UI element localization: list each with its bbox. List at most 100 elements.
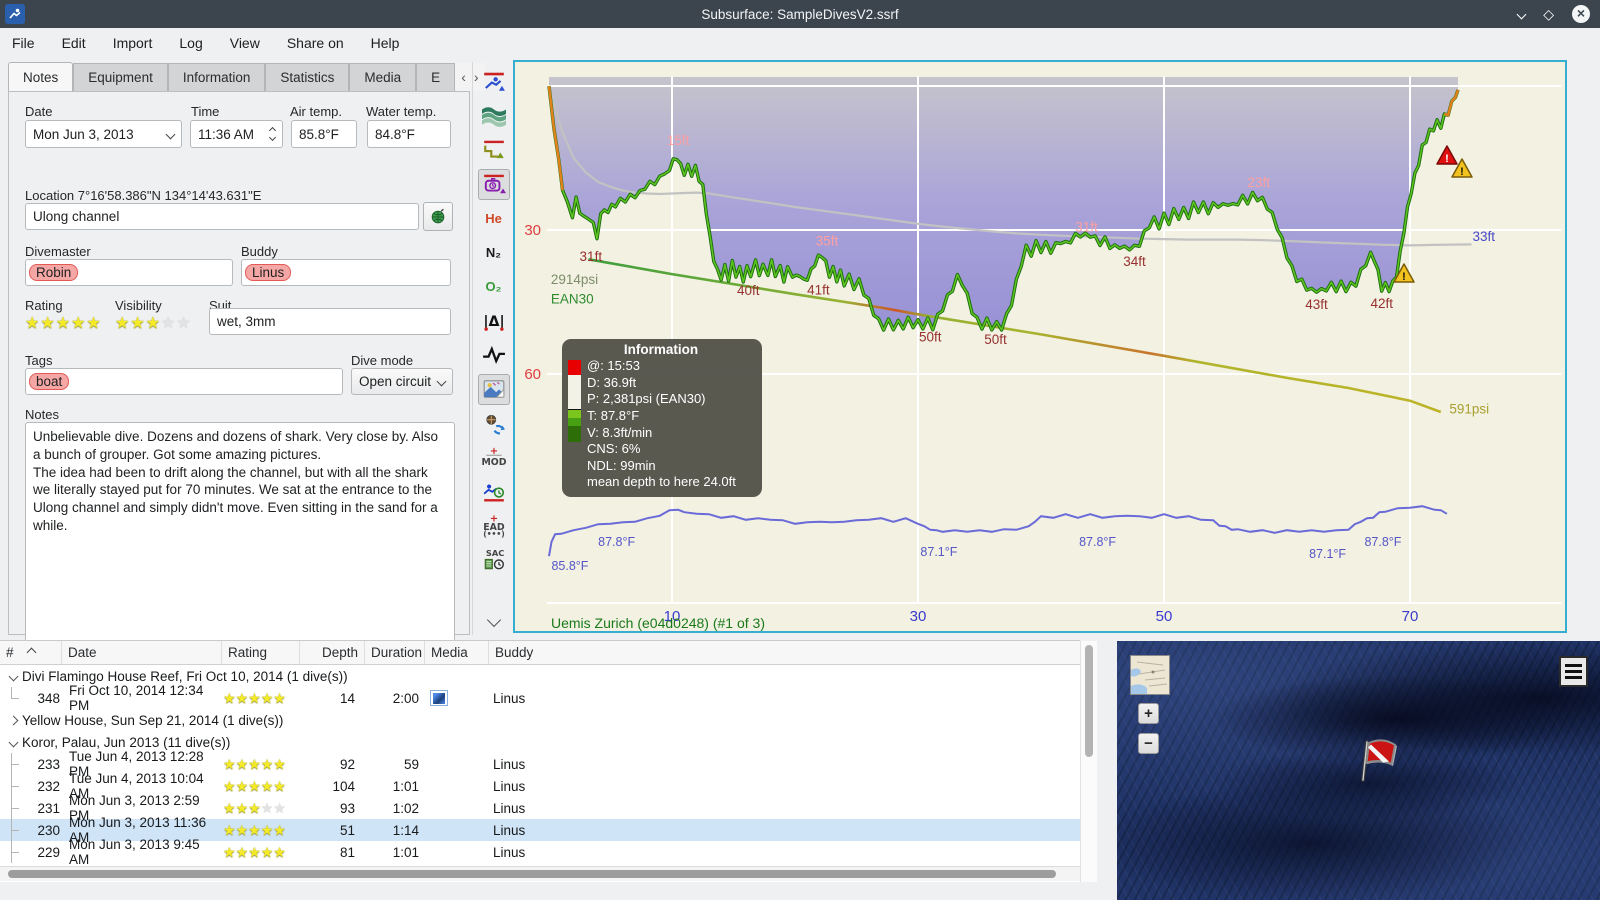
dive-site-map[interactable]: + − — [1117, 641, 1600, 900]
star-icon: ★ — [71, 315, 87, 332]
dive-list-header[interactable]: # Date Rating Depth Duration Media Buddy — [0, 641, 1080, 665]
mod-icon[interactable]: + MOD — [478, 442, 510, 473]
dive-buddy: Linus — [493, 778, 526, 794]
svg-text:!: ! — [1402, 271, 1406, 283]
tab-e[interactable]: E — [416, 63, 456, 91]
date-label: Date — [25, 104, 53, 119]
dive-list-vscrollbar[interactable] — [1080, 641, 1097, 882]
calculated-ceiling-icon[interactable] — [478, 100, 510, 131]
gas-delta-icon[interactable]: |Δ| — [478, 305, 510, 336]
heart-rate-icon[interactable] — [478, 340, 510, 371]
tab-information[interactable]: Information — [167, 63, 266, 91]
menu-edit[interactable]: Edit — [62, 35, 86, 51]
time-spinbox[interactable]: 11:36 AM — [190, 120, 283, 148]
dive-list-hscrollbar[interactable] — [0, 866, 1080, 881]
globe-icon — [431, 208, 445, 223]
star-icon: ★ — [115, 315, 131, 332]
depth-annotation: 31ft — [580, 249, 603, 264]
date-combobox[interactable]: Mon Jun 3, 2013 — [25, 120, 182, 148]
x-axis-tick: 70 — [1402, 608, 1419, 625]
tab-equipment[interactable]: Equipment — [73, 63, 168, 91]
tab-statistics[interactable]: Statistics — [265, 63, 350, 91]
dive-duration: 1:01 — [392, 844, 419, 860]
visibility-stars[interactable]: ★★★★★ — [115, 313, 192, 333]
buddy-chip[interactable]: Linus — [245, 264, 292, 281]
collapse-icon[interactable] — [6, 671, 20, 681]
sac-icon[interactable]: SAC — [478, 545, 510, 576]
edit-location-button[interactable] — [423, 202, 453, 231]
menu-share-on[interactable]: Share on — [287, 35, 344, 51]
divemaster-chip[interactable]: Robin — [29, 264, 79, 281]
media-photo-icon[interactable] — [430, 690, 448, 706]
time-spin-buttons[interactable] — [268, 126, 277, 142]
depth-annotation: 43ft — [1305, 297, 1328, 312]
menu-help[interactable]: Help — [371, 35, 400, 51]
show-photos-icon[interactable] — [477, 373, 510, 405]
map-zoom-out-button[interactable]: − — [1138, 733, 1159, 754]
ead-icon[interactable]: + EAD (•••) — [478, 510, 510, 541]
divemaster-field[interactable]: Robin — [25, 259, 233, 286]
temperature-annotation: 87.8°F — [1364, 535, 1401, 549]
dive-depth: 92 — [339, 756, 355, 772]
column-header-rating[interactable]: Rating — [222, 641, 300, 664]
depth-annotation: 33ft — [1473, 229, 1496, 244]
star-icon: ★ — [161, 315, 177, 332]
dive-depth: 81 — [339, 844, 355, 860]
dive-flag-marker[interactable] — [1353, 734, 1403, 795]
depth-annotation: 35ft — [816, 233, 839, 248]
column-header-duration[interactable]: Duration — [365, 641, 425, 664]
tank-pressure-icon[interactable] — [477, 168, 510, 200]
dive-rating-stars: ★★★★★ — [223, 755, 286, 772]
ceiling-steps-icon[interactable] — [478, 134, 510, 165]
menu-view[interactable]: View — [230, 35, 260, 51]
column-header-buddy[interactable]: Buddy — [489, 641, 1080, 664]
column-header-number[interactable]: # — [0, 641, 62, 664]
dc-ceiling-icon[interactable] — [478, 66, 510, 97]
column-header-date[interactable]: Date — [62, 641, 222, 664]
dive-profile-panel[interactable]: 31ft 15ft 40ft 41ft 35ft 50ft 50ft 31ft 34ft 23ft… — [513, 60, 1567, 633]
tab-notes[interactable]: Notes — [8, 62, 74, 91]
divemode-select[interactable]: Open circuit — [351, 368, 453, 395]
column-header-depth[interactable]: Depth — [300, 641, 365, 664]
dive-rating-stars: ★★★★★ — [223, 777, 286, 794]
maximize-button[interactable]: ◇ — [1543, 6, 1554, 23]
oxygen-pp-icon[interactable]: O₂ — [478, 271, 510, 302]
rating-stars[interactable]: ★★★★★ — [25, 313, 102, 333]
expand-icon[interactable] — [6, 715, 20, 725]
map-overview-thumbnail[interactable] — [1130, 655, 1170, 695]
depth-annotation: 23ft — [1247, 175, 1270, 190]
location-field[interactable]: Ulong channel — [25, 203, 419, 230]
notes-tab-pane: Date Time Air temp. Water temp. Mon Jun … — [8, 91, 470, 652]
close-button[interactable]: × — [1572, 5, 1590, 23]
dive-rating-stars: ★★★★★ — [223, 843, 286, 860]
star-icon: ★ — [145, 315, 162, 332]
helium-pp-icon[interactable]: He — [478, 203, 510, 234]
watertemp-field[interactable]: 84.8°F — [367, 120, 451, 148]
notes-label: Notes — [25, 407, 59, 422]
tree-connector — [0, 819, 26, 841]
window-titlebar: Subsurface: SampleDivesV2.ssrf ◇ × — [0, 0, 1600, 28]
collapse-icon[interactable] — [6, 737, 20, 747]
menu-file[interactable]: File — [12, 35, 35, 51]
nitrogen-pp-icon[interactable]: N₂ — [478, 237, 510, 268]
dive-location-icon[interactable] — [478, 408, 510, 439]
tag-chip[interactable]: boat — [29, 373, 70, 390]
dive-row[interactable]: 348 Fri Oct 10, 2014 12:34 PM ★★★★★ 14 2:00 L… — [0, 683, 1080, 713]
tags-field[interactable]: boat — [25, 368, 343, 395]
dive-row[interactable]: 229 Mon Jun 3, 2013 9:45 AM ★★★★★ 81 1:01 Lin… — [0, 837, 1080, 867]
map-zoom-in-button[interactable]: + — [1138, 703, 1159, 724]
trip-row[interactable]: Yellow House, Sun Sep 21, 2014 (1 dive(s… — [0, 709, 1080, 731]
airtemp-field[interactable]: 85.8°F — [291, 120, 357, 148]
minimize-button[interactable] — [1516, 5, 1527, 23]
deco-diver-icon[interactable] — [478, 476, 510, 507]
map-menu-button[interactable] — [1559, 656, 1588, 687]
buddy-field[interactable]: Linus — [241, 259, 451, 286]
tab-media[interactable]: Media — [349, 63, 417, 91]
tab-scroll-left[interactable]: ‹ — [461, 69, 466, 85]
toolbar-scroll-down-icon[interactable] — [478, 604, 510, 635]
notes-textarea[interactable]: Unbelievable dive. Dozens and dozens of … — [25, 422, 455, 652]
column-header-media[interactable]: Media — [425, 641, 489, 664]
suit-field[interactable]: wet, 3mm — [209, 308, 451, 335]
menu-log[interactable]: Log — [179, 35, 202, 51]
menu-import[interactable]: Import — [113, 35, 153, 51]
